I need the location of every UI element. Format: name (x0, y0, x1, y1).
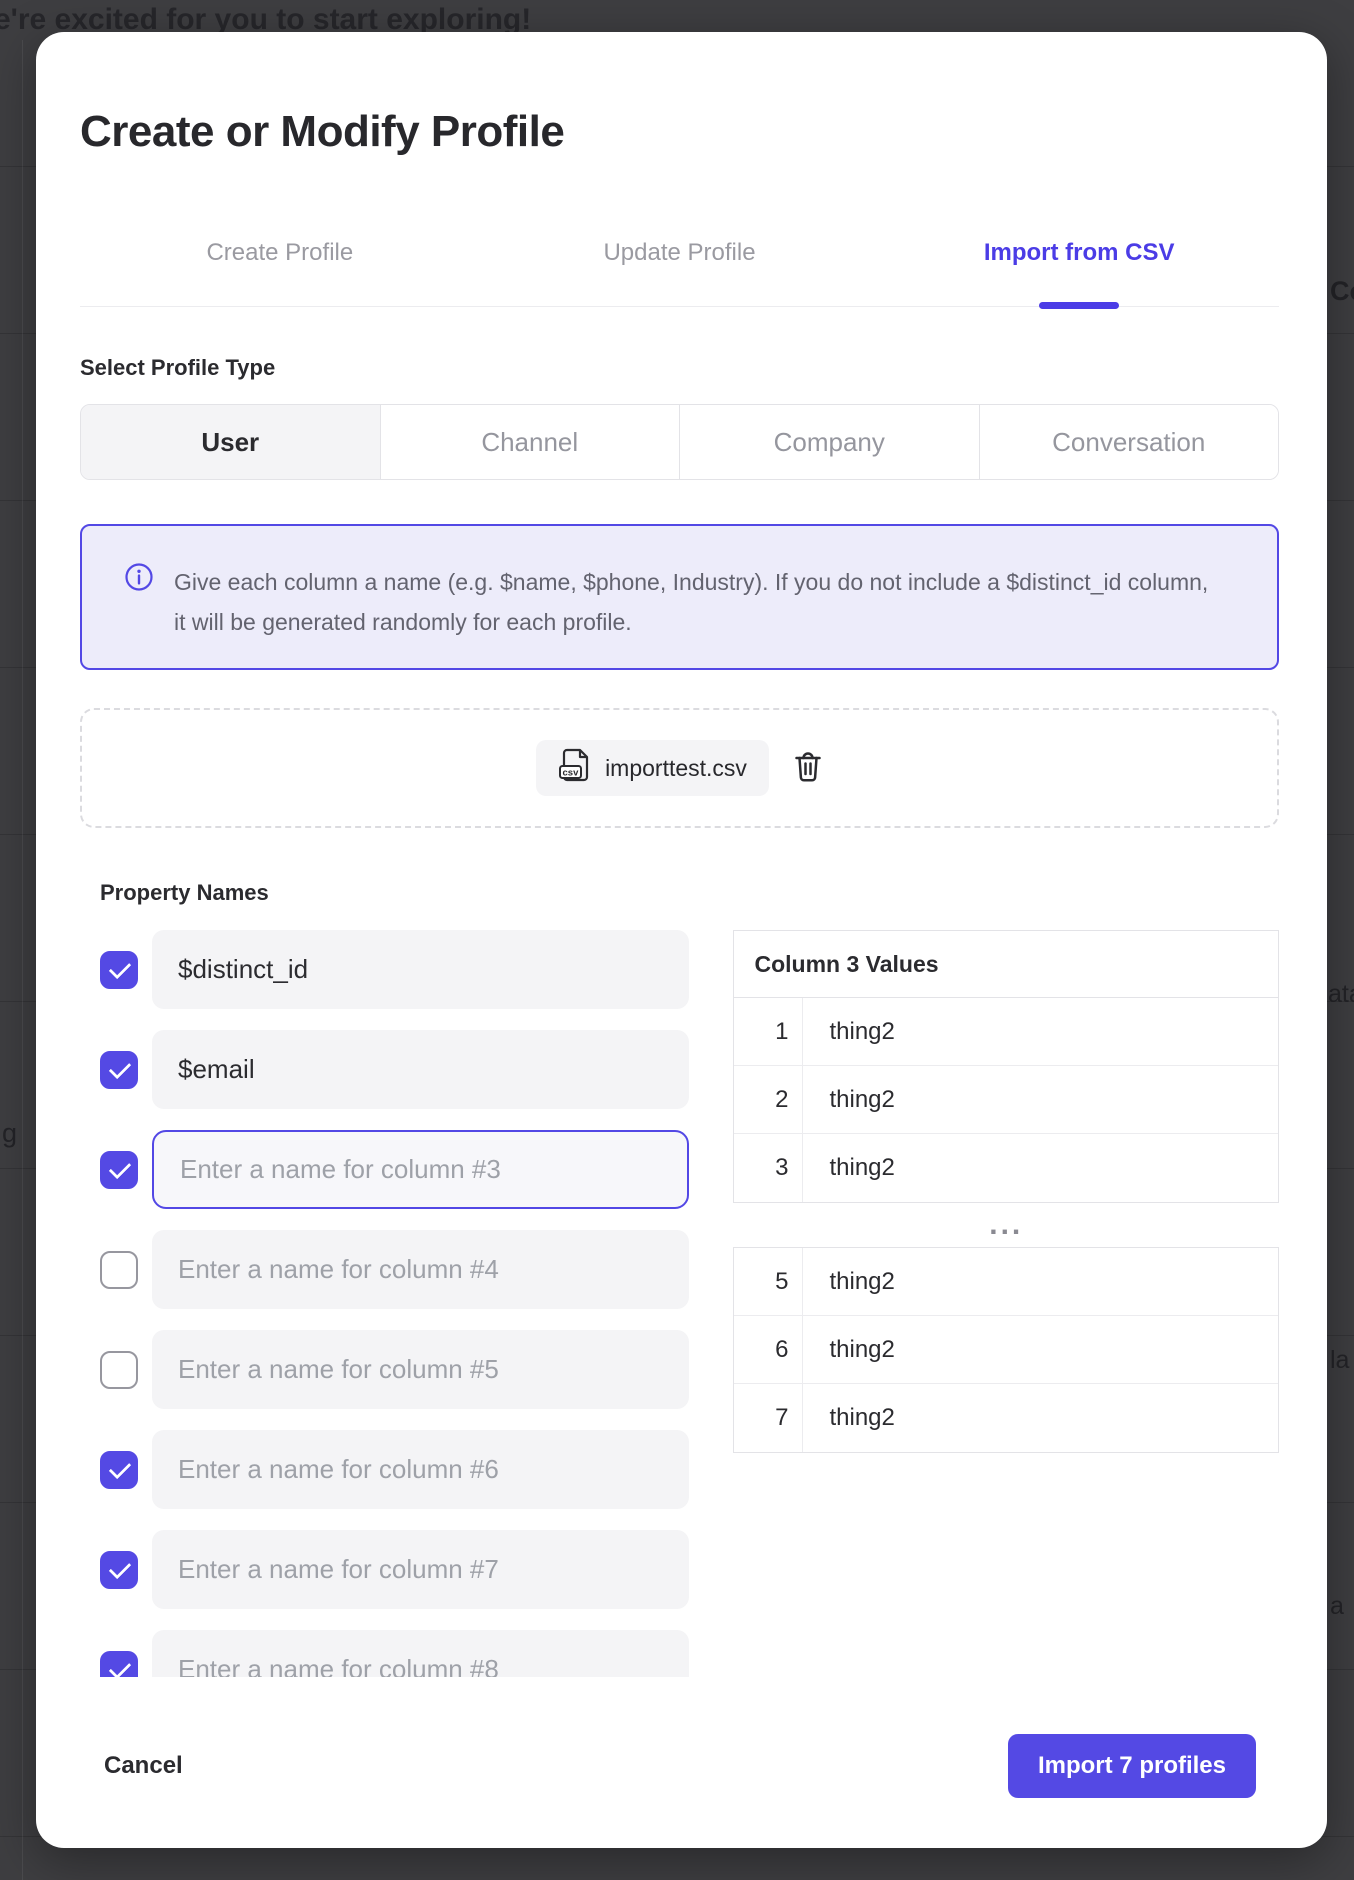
profile-type-company[interactable]: Company (680, 405, 980, 479)
property-names-label: Property Names (100, 880, 689, 906)
tab-import-from-csv[interactable]: Import from CSV (879, 239, 1279, 267)
profile-type-channel[interactable]: Channel (381, 405, 681, 479)
import-profiles-button[interactable]: Import 7 profiles (1008, 1734, 1256, 1798)
underlying-text-fragment: ata (1328, 980, 1354, 1009)
property-checkbox-6[interactable] (100, 1451, 138, 1489)
property-row-7 (100, 1530, 689, 1609)
property-checkbox-3[interactable] (100, 1151, 138, 1189)
property-name-input-2[interactable] (152, 1030, 689, 1109)
property-checkbox-4[interactable] (100, 1251, 138, 1289)
row-number: 7 (734, 1384, 803, 1452)
trash-icon (793, 750, 823, 786)
property-checkbox-2[interactable] (100, 1051, 138, 1089)
profile-type-conversation[interactable]: Conversation (980, 405, 1279, 479)
cancel-button[interactable]: Cancel (104, 1752, 183, 1780)
row-number: 3 (734, 1134, 803, 1202)
property-names-column: Property Names (100, 880, 689, 1677)
underlying-table-divider (22, 40, 23, 1880)
preview-table-bottom: 5 thing2 6 thing2 7 thing2 (733, 1247, 1279, 1453)
property-row-1 (100, 930, 689, 1009)
property-name-input-1[interactable] (152, 930, 689, 1009)
property-row-4 (100, 1230, 689, 1309)
row-number: 2 (734, 1066, 803, 1133)
rows-ellipsis: ... (733, 1203, 1279, 1247)
svg-text:csv: csv (563, 768, 580, 779)
preview-table-top: Column 3 Values 1 thing2 2 thing2 3 thin… (733, 930, 1279, 1203)
property-name-input-5[interactable] (152, 1330, 689, 1409)
underlying-text-fragment: g (2, 1118, 17, 1149)
mapping-area: Property Names (80, 880, 1279, 1677)
row-value: thing2 (803, 1134, 1278, 1202)
row-value: thing2 (803, 1316, 1278, 1383)
modal-footer: Cancel Import 7 profiles (80, 1734, 1279, 1798)
property-rows-scroll[interactable] (100, 930, 689, 1677)
table-row: 7 thing2 (734, 1384, 1278, 1452)
property-checkbox-1[interactable] (100, 951, 138, 989)
underlying-text-fragment: Col (1330, 276, 1354, 307)
property-row-3 (100, 1130, 689, 1209)
csv-dropzone[interactable]: csv importtest.csv (80, 708, 1279, 828)
row-value: thing2 (803, 1066, 1278, 1133)
table-row: 5 thing2 (734, 1248, 1278, 1316)
delete-file-button[interactable] (793, 750, 823, 786)
profile-type-label: Select Profile Type (80, 355, 1279, 381)
active-tab-indicator (1039, 302, 1119, 309)
profile-type-user[interactable]: User (81, 405, 381, 479)
property-checkbox-5[interactable] (100, 1351, 138, 1389)
property-row-5 (100, 1330, 689, 1409)
preview-table-header: Column 3 Values (734, 931, 1278, 998)
table-row: 6 thing2 (734, 1316, 1278, 1384)
property-row-2 (100, 1030, 689, 1109)
row-value: thing2 (803, 998, 1278, 1065)
info-icon (124, 562, 154, 668)
property-checkbox-7[interactable] (100, 1551, 138, 1589)
table-row: 3 thing2 (734, 1134, 1278, 1202)
row-number: 5 (734, 1248, 803, 1315)
row-value: thing2 (803, 1384, 1278, 1452)
table-row: 2 thing2 (734, 1066, 1278, 1134)
property-name-input-3[interactable] (152, 1130, 689, 1209)
table-row: 1 thing2 (734, 998, 1278, 1066)
property-name-input-8[interactable] (152, 1630, 689, 1677)
property-checkbox-8[interactable] (100, 1651, 138, 1678)
uploaded-file-chip: csv importtest.csv (536, 740, 769, 796)
property-row-6 (100, 1430, 689, 1509)
row-number: 1 (734, 998, 803, 1065)
property-name-input-4[interactable] (152, 1230, 689, 1309)
csv-file-icon: csv (558, 747, 592, 789)
info-banner: Give each column a name (e.g. $name, $ph… (80, 524, 1279, 670)
uploaded-file-name: importtest.csv (605, 755, 747, 782)
row-value: thing2 (803, 1248, 1278, 1315)
underlying-text-fragment: la (1330, 1346, 1349, 1375)
create-or-modify-profile-modal: Create or Modify Profile Create Profile … (36, 32, 1327, 1848)
property-name-input-7[interactable] (152, 1530, 689, 1609)
property-row-8 (100, 1630, 689, 1677)
underlying-text-fragment: a (1330, 1592, 1344, 1621)
profile-type-segmented-control: User Channel Company Conversation (80, 404, 1279, 480)
modal-tabs: Create Profile Update Profile Import fro… (80, 200, 1279, 307)
info-banner-text: Give each column a name (e.g. $name, $ph… (174, 562, 1214, 668)
tab-create-profile[interactable]: Create Profile (80, 239, 480, 267)
column-values-preview: Column 3 Values 1 thing2 2 thing2 3 thin… (733, 880, 1279, 1677)
row-number: 6 (734, 1316, 803, 1383)
tab-update-profile[interactable]: Update Profile (480, 239, 880, 267)
property-name-input-6[interactable] (152, 1430, 689, 1509)
modal-title: Create or Modify Profile (80, 105, 1279, 158)
